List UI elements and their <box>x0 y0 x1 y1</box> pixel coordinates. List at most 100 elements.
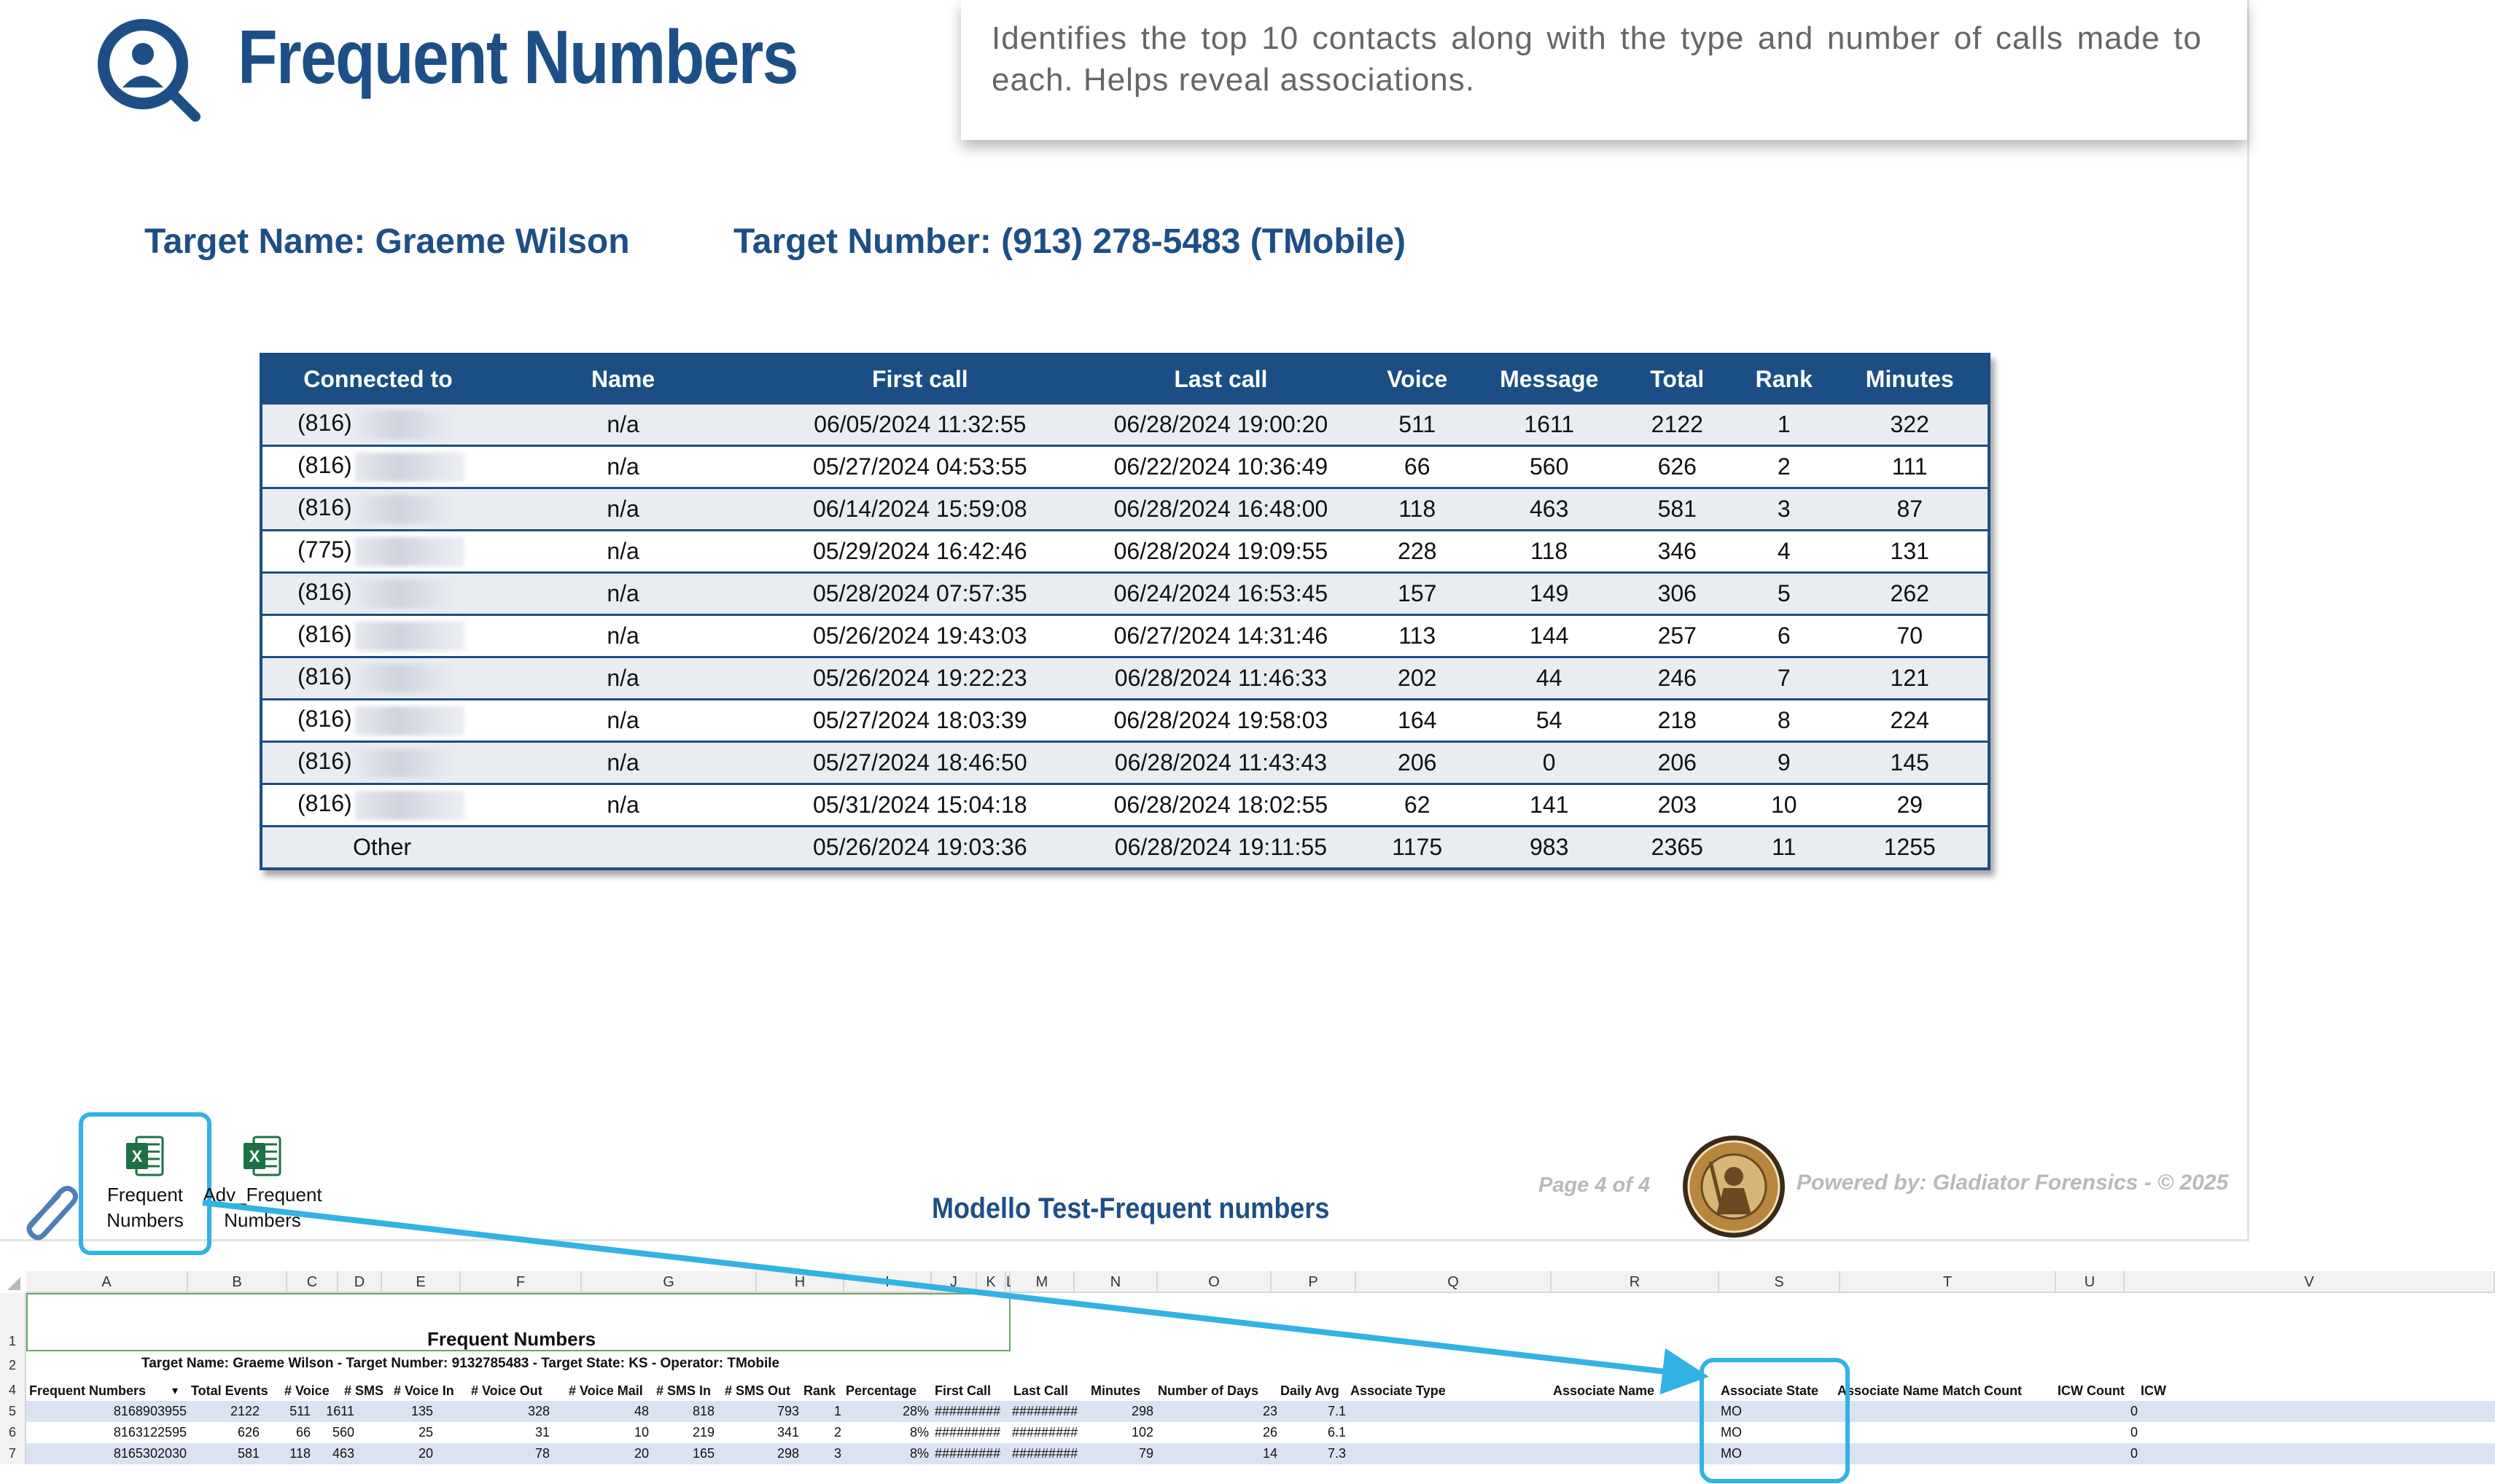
column-header[interactable]: P <box>1272 1271 1356 1293</box>
sheet-cell[interactable]: 66 <box>296 1425 311 1440</box>
column-header[interactable]: H <box>757 1271 844 1293</box>
sheet-cell[interactable]: 25 <box>419 1425 433 1440</box>
sheet-cell[interactable]: 7.1 <box>1328 1404 1346 1419</box>
row-header[interactable]: 1 <box>0 1293 26 1351</box>
sheet-cell[interactable]: 0 <box>2130 1404 2138 1419</box>
sheet-cell[interactable]: 0 <box>2130 1446 2138 1461</box>
attachment-adv-frequent-numbers[interactable]: X Adv_Frequent Numbers <box>198 1117 327 1233</box>
sheet-cell[interactable]: ######### <box>935 1404 1000 1419</box>
attachment-frequent-numbers[interactable]: X Frequent Numbers <box>79 1112 211 1255</box>
sheet-cell[interactable]: 7.3 <box>1328 1446 1346 1461</box>
sheet-cell[interactable]: ######### <box>1012 1446 1078 1461</box>
row-header[interactable]: 7 <box>0 1443 26 1464</box>
sheet-cell[interactable]: 626 <box>238 1425 260 1440</box>
sheet-header-cell[interactable]: Associate State <box>1721 1383 1818 1399</box>
sheet-data-row[interactable] <box>26 1401 2495 1422</box>
sheet-cell[interactable]: MO <box>1721 1404 1742 1419</box>
sheet-data-row[interactable] <box>26 1422 2495 1443</box>
column-header[interactable]: U <box>2056 1271 2125 1293</box>
sheet-cell[interactable]: MO <box>1721 1425 1742 1440</box>
sheet-cell[interactable]: ######### <box>935 1446 1000 1461</box>
sheet-cell[interactable]: 2 <box>834 1425 841 1440</box>
sheet-header-cell[interactable]: # Voice Out <box>471 1383 542 1399</box>
sheet-header-cell[interactable]: Minutes <box>1091 1383 1140 1399</box>
sheet-header-cell[interactable]: ICW <box>2141 1383 2166 1399</box>
sheet-cell[interactable]: 0 <box>2130 1425 2138 1440</box>
sheet-header-cell[interactable]: Associate Type <box>1350 1383 1446 1399</box>
sheet-cell[interactable]: 118 <box>289 1446 311 1461</box>
sheet-cell[interactable]: 8% <box>910 1446 929 1461</box>
sheet-cell[interactable]: 20 <box>419 1446 433 1461</box>
column-header[interactable]: Q <box>1356 1271 1552 1293</box>
sheet-header-cell[interactable]: Associate Name Match Count <box>1837 1383 2022 1399</box>
sheet-cell[interactable]: 2122 <box>230 1404 260 1419</box>
sheet-header-cell[interactable]: # Voice Mail <box>569 1383 643 1399</box>
sheet-cell[interactable]: MO <box>1721 1446 1742 1461</box>
column-header[interactable]: I <box>844 1271 932 1293</box>
column-header[interactable]: D <box>338 1271 382 1293</box>
column-header[interactable]: B <box>188 1271 287 1293</box>
column-header[interactable]: G <box>582 1271 757 1293</box>
sheet-cell[interactable]: 165 <box>693 1446 715 1461</box>
sheet-cell[interactable]: 8% <box>910 1425 929 1440</box>
sheet-header-cell[interactable]: Rank <box>803 1383 836 1399</box>
column-header[interactable]: S <box>1719 1271 1840 1293</box>
sheet-cell[interactable]: 31 <box>535 1425 550 1440</box>
sheet-data-row[interactable] <box>26 1443 2495 1464</box>
row-header[interactable]: 2 <box>0 1351 26 1379</box>
sheet-cell[interactable]: 298 <box>1132 1404 1153 1419</box>
sheet-cell[interactable]: 298 <box>777 1446 799 1461</box>
sheet-cell[interactable]: 8165302030 <box>114 1446 187 1461</box>
sheet-cell[interactable]: 793 <box>777 1404 799 1419</box>
column-header[interactable]: K <box>977 1271 1006 1293</box>
sheet-cell[interactable]: 78 <box>535 1446 550 1461</box>
sheet-cell[interactable]: 1611 <box>326 1404 354 1419</box>
sheet-cell[interactable]: 102 <box>1132 1425 1153 1440</box>
sheet-cell[interactable]: 48 <box>634 1404 649 1419</box>
sheet-cell[interactable]: 8163122595 <box>114 1425 187 1440</box>
column-header[interactable]: F <box>461 1271 582 1293</box>
sheet-header-cell[interactable]: ICW Count <box>2058 1383 2125 1399</box>
sheet-cell[interactable]: 135 <box>411 1404 433 1419</box>
row-header[interactable]: 5 <box>0 1401 26 1422</box>
column-header[interactable]: T <box>1840 1271 2056 1293</box>
sheet-cell[interactable]: 79 <box>1139 1446 1153 1461</box>
row-header[interactable]: 6 <box>0 1422 26 1443</box>
sheet-cell[interactable]: 8168903955 <box>114 1404 187 1419</box>
sheet-cell[interactable]: 6.1 <box>1328 1425 1346 1440</box>
sheet-header-cell[interactable]: Number of Days <box>1158 1383 1258 1399</box>
sheet-cell[interactable]: 560 <box>332 1425 354 1440</box>
column-header[interactable]: R <box>1552 1271 1719 1293</box>
column-header[interactable]: A <box>26 1271 188 1293</box>
sheet-cell[interactable]: 3 <box>834 1446 841 1461</box>
sheet-header-cell[interactable]: Associate Name <box>1553 1383 1654 1399</box>
select-all-triangle-icon[interactable] <box>6 1276 22 1292</box>
column-header[interactable]: C <box>287 1271 338 1293</box>
sheet-cell[interactable]: 581 <box>238 1446 260 1461</box>
sheet-cell[interactable]: 219 <box>693 1425 715 1440</box>
sheet-cell[interactable]: ######### <box>1012 1425 1078 1440</box>
sheet-cell[interactable]: 28% <box>903 1404 929 1419</box>
sheet-cell[interactable]: 20 <box>634 1446 649 1461</box>
sheet-cell[interactable]: 14 <box>1263 1446 1277 1461</box>
sheet-cell[interactable]: 23 <box>1263 1404 1277 1419</box>
sheet-cell[interactable]: 341 <box>777 1425 799 1440</box>
column-header[interactable]: V <box>2125 1271 2495 1293</box>
sheet-cell[interactable]: 818 <box>693 1404 715 1419</box>
column-header[interactable]: N <box>1075 1271 1158 1293</box>
sheet-header-cell[interactable]: # Voice In <box>394 1383 454 1399</box>
column-header[interactable]: M <box>1011 1271 1075 1293</box>
sheet-header-cell[interactable]: # Voice <box>284 1383 330 1399</box>
sheet-cell[interactable]: 1 <box>834 1404 841 1419</box>
sheet-cell[interactable]: ######### <box>935 1425 1000 1440</box>
sheet-header-cell[interactable]: # SMS <box>344 1383 384 1399</box>
sheet-cell[interactable]: 328 <box>528 1404 550 1419</box>
sheet-cell[interactable]: ######### <box>1012 1404 1078 1419</box>
sheet-cell[interactable]: 26 <box>1263 1425 1277 1440</box>
sheet-header-cell[interactable]: Frequent Numbers <box>29 1383 146 1399</box>
sheet-cell[interactable]: 511 <box>289 1404 311 1419</box>
sheet-header-cell[interactable]: # SMS Out <box>725 1383 790 1399</box>
column-header[interactable]: J <box>932 1271 977 1293</box>
sheet-header-cell[interactable]: Last Call <box>1013 1383 1068 1399</box>
column-header[interactable]: E <box>382 1271 461 1293</box>
